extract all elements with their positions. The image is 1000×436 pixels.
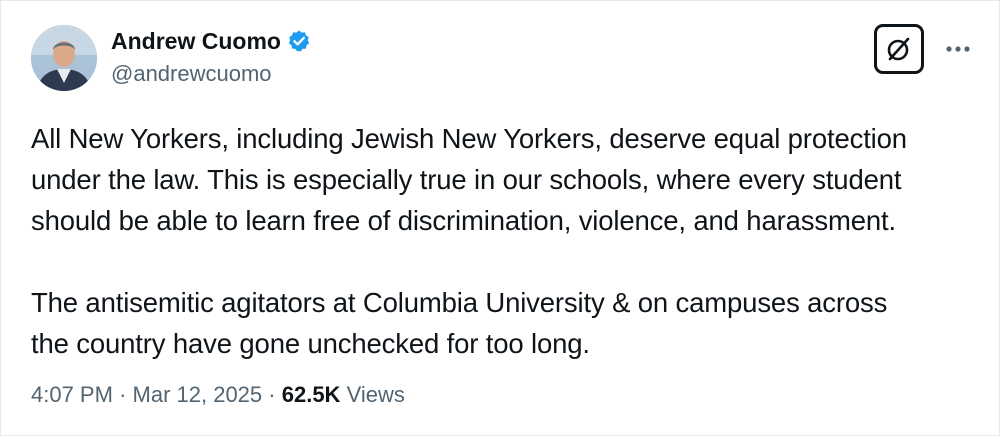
tweet-paragraph: The antisemitic agitators at Columbia Un… [31,287,888,359]
tweet-date[interactable]: Mar 12, 2025 [133,382,263,407]
views-count[interactable]: 62.5K [282,382,341,407]
grok-button[interactable] [874,24,924,74]
avatar-image [31,25,97,91]
more-options-icon [946,46,970,52]
views-label: Views [346,382,405,407]
tweet-time[interactable]: 4:07 PM [31,382,113,407]
tweet-card: Andrew Cuomo @andrewcuomo All New Yorker… [0,0,1000,436]
author-handle[interactable]: @andrewcuomo [111,61,272,87]
meta-separator: · [268,382,276,407]
grok-icon [887,37,910,61]
more-options-button[interactable] [941,34,975,64]
author-name-row[interactable]: Andrew Cuomo [111,27,311,55]
verified-badge-icon[interactable] [287,29,311,53]
author-display-name[interactable]: Andrew Cuomo [111,27,281,55]
tweet-text: All New Yorkers, including Jewish New Yo… [31,118,976,364]
tweet-paragraph: All New Yorkers, including Jewish New Yo… [31,123,907,236]
meta-separator: · [119,382,127,407]
tweet-meta: 4:07 PM · Mar 12, 2025 · 62.5K Views [31,381,405,409]
avatar[interactable] [31,25,97,91]
